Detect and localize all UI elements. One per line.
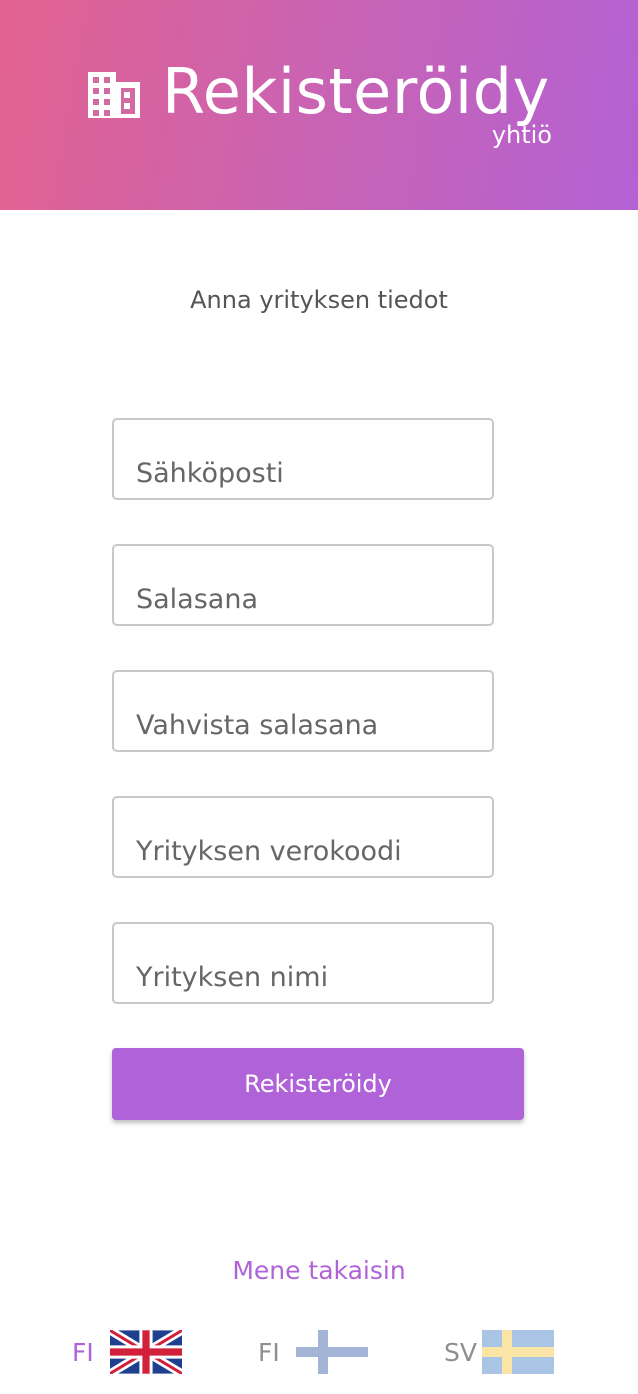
- confirm-password-field[interactable]: [112, 670, 494, 752]
- uk-flag-icon: [110, 1330, 182, 1374]
- tax-code-field[interactable]: [112, 796, 494, 878]
- language-option-sv[interactable]: SV: [444, 1330, 554, 1374]
- intro-text: Anna yrityksen tiedot: [190, 286, 448, 314]
- language-option-fi[interactable]: FI: [258, 1330, 368, 1374]
- sweden-flag-icon: [482, 1330, 554, 1374]
- company-name-field[interactable]: [112, 922, 494, 1004]
- go-back-link[interactable]: Mene takaisin: [0, 1256, 638, 1285]
- language-code: FI: [72, 1337, 94, 1367]
- finland-flag-icon: [296, 1330, 368, 1374]
- header-banner: Rekisteröidy yhtiö: [0, 0, 638, 210]
- page-subtitle: yhtiö: [491, 121, 552, 149]
- language-option-en[interactable]: FI: [72, 1330, 182, 1374]
- email-field[interactable]: [112, 418, 494, 500]
- building-icon: [88, 72, 140, 118]
- language-code: FI: [258, 1337, 280, 1367]
- register-button[interactable]: Rekisteröidy: [112, 1048, 524, 1120]
- language-code: SV: [444, 1337, 477, 1367]
- password-field[interactable]: [112, 544, 494, 626]
